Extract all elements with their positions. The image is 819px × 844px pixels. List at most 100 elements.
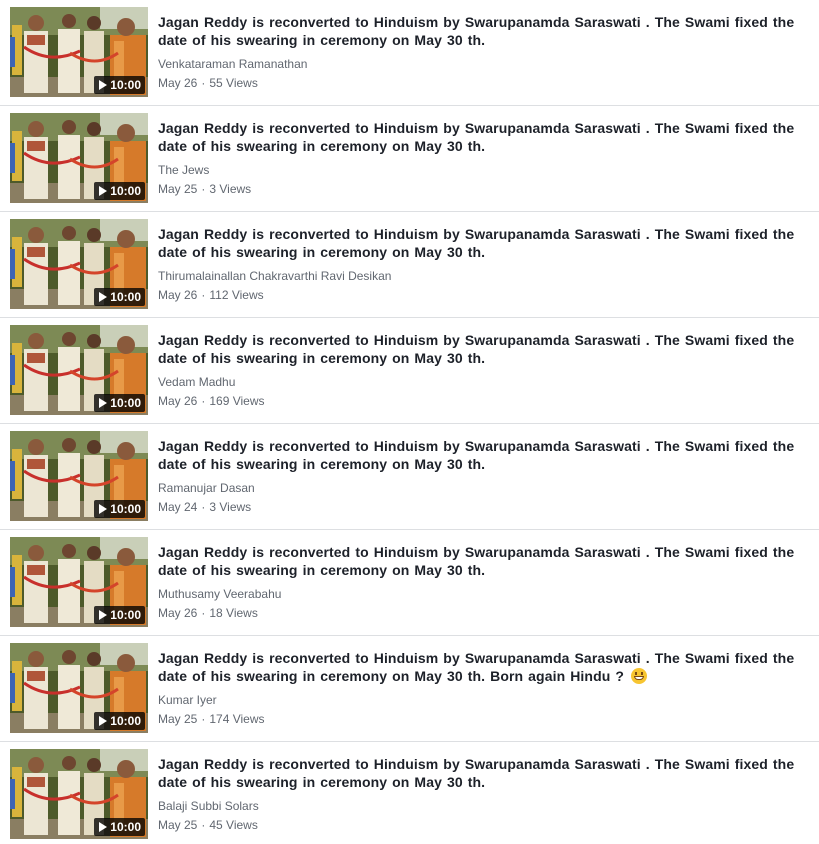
video-title[interactable]: Jagan Reddy is reconverted to Hinduism b… [158, 438, 794, 472]
video-info: Jagan Reddy is reconverted to Hinduism b… [158, 119, 798, 196]
video-list-item[interactable]: 10:00 Jagan Reddy is reconverted to Hind… [0, 318, 819, 424]
video-list-item[interactable]: 10:00 Jagan Reddy is reconverted to Hind… [0, 742, 819, 844]
play-icon [99, 504, 108, 514]
video-author[interactable]: Vedam Madhu [158, 375, 235, 389]
meta-separator: · [201, 394, 206, 408]
video-duration: 10:00 [110, 820, 141, 834]
video-author[interactable]: The Jews [158, 163, 209, 177]
video-info: Jagan Reddy is reconverted to Hinduism b… [158, 755, 798, 832]
video-title-link[interactable]: Jagan Reddy is reconverted to Hinduism b… [158, 119, 798, 155]
video-info: Jagan Reddy is reconverted to Hinduism b… [158, 13, 798, 90]
video-thumbnail[interactable]: 10:00 [10, 749, 148, 839]
video-meta: May 25 · 45 Views [158, 818, 258, 832]
video-author[interactable]: Thirumalainallan Chakravarthi Ravi Desik… [158, 269, 391, 283]
video-list-item[interactable]: 10:00 Jagan Reddy is reconverted to Hind… [0, 212, 819, 318]
video-list-item[interactable]: 10:00 Jagan Reddy is reconverted to Hind… [0, 0, 819, 106]
video-duration-badge[interactable]: 10:00 [94, 288, 145, 306]
video-date[interactable]: May 25 [158, 818, 197, 832]
video-author[interactable]: Balaji Subbi Solars [158, 799, 259, 813]
video-title[interactable]: Jagan Reddy is reconverted to Hinduism b… [158, 544, 794, 578]
video-date[interactable]: May 25 [158, 182, 197, 196]
video-views: 45 Views [209, 818, 258, 832]
video-meta: May 25 · 3 Views [158, 182, 251, 196]
play-icon [99, 80, 108, 90]
video-duration-badge[interactable]: 10:00 [94, 606, 145, 624]
video-views: 3 Views [209, 182, 252, 196]
video-thumbnail[interactable]: 10:00 [10, 431, 148, 521]
meta-separator: · [201, 288, 206, 302]
video-list-item[interactable]: 10:00 Jagan Reddy is reconverted to Hind… [0, 424, 819, 530]
video-author[interactable]: Venkataraman Ramanathan [158, 57, 307, 71]
video-title[interactable]: Jagan Reddy is reconverted to Hinduism b… [158, 650, 794, 684]
video-thumbnail[interactable]: 10:00 [10, 219, 148, 309]
video-date[interactable]: May 24 [158, 500, 197, 514]
video-thumbnail[interactable]: 10:00 [10, 537, 148, 627]
video-duration-badge[interactable]: 10:00 [94, 394, 145, 412]
video-duration-badge[interactable]: 10:00 [94, 182, 145, 200]
video-info: Jagan Reddy is reconverted to Hinduism b… [158, 649, 798, 726]
meta-separator: · [201, 500, 206, 514]
meta-separator: · [201, 818, 206, 832]
video-duration: 10:00 [110, 396, 141, 410]
video-author[interactable]: Kumar Iyer [158, 693, 217, 707]
meta-separator: · [201, 182, 206, 196]
video-title-link[interactable]: Jagan Reddy is reconverted to Hinduism b… [158, 437, 798, 473]
video-title[interactable]: Jagan Reddy is reconverted to Hinduism b… [158, 226, 794, 260]
video-date[interactable]: May 26 [158, 394, 197, 408]
play-icon [99, 610, 108, 620]
video-title-link[interactable]: Jagan Reddy is reconverted to Hinduism b… [158, 649, 798, 685]
play-icon [99, 398, 108, 408]
video-views: 18 Views [209, 606, 258, 620]
video-meta: May 25 · 174 Views [158, 712, 265, 726]
video-info: Jagan Reddy is reconverted to Hinduism b… [158, 437, 798, 514]
meta-separator: · [201, 76, 206, 90]
video-date[interactable]: May 26 [158, 606, 197, 620]
video-title[interactable]: Jagan Reddy is reconverted to Hinduism b… [158, 120, 794, 154]
video-info: Jagan Reddy is reconverted to Hinduism b… [158, 225, 798, 302]
video-date[interactable]: May 25 [158, 712, 197, 726]
video-date[interactable]: May 26 [158, 76, 197, 90]
video-duration: 10:00 [110, 78, 141, 92]
video-title-link[interactable]: Jagan Reddy is reconverted to Hinduism b… [158, 755, 798, 791]
video-meta: May 26 · 169 Views [158, 394, 265, 408]
video-title-link[interactable]: Jagan Reddy is reconverted to Hinduism b… [158, 225, 798, 261]
video-info: Jagan Reddy is reconverted to Hinduism b… [158, 331, 798, 408]
video-list-item[interactable]: 10:00 Jagan Reddy is reconverted to Hind… [0, 106, 819, 212]
play-icon [99, 716, 108, 726]
video-views: 112 Views [209, 288, 264, 302]
video-meta: May 26 · 18 Views [158, 606, 258, 620]
video-list-item[interactable]: 10:00 Jagan Reddy is reconverted to Hind… [0, 530, 819, 636]
video-title-link[interactable]: Jagan Reddy is reconverted to Hinduism b… [158, 13, 798, 49]
video-thumbnail[interactable]: 10:00 [10, 325, 148, 415]
video-duration-badge[interactable]: 10:00 [94, 76, 145, 94]
video-title-link[interactable]: Jagan Reddy is reconverted to Hinduism b… [158, 331, 798, 367]
video-duration-badge[interactable]: 10:00 [94, 500, 145, 518]
video-title-link[interactable]: Jagan Reddy is reconverted to Hinduism b… [158, 543, 798, 579]
video-thumbnail[interactable]: 10:00 [10, 113, 148, 203]
video-duration: 10:00 [110, 184, 141, 198]
video-info: Jagan Reddy is reconverted to Hinduism b… [158, 543, 798, 620]
video-title[interactable]: Jagan Reddy is reconverted to Hinduism b… [158, 756, 794, 790]
video-duration: 10:00 [110, 608, 141, 622]
video-thumbnail[interactable]: 10:00 [10, 7, 148, 97]
meta-separator: · [201, 712, 206, 726]
video-views: 169 Views [209, 394, 265, 408]
video-list-item[interactable]: 10:00 Jagan Reddy is reconverted to Hind… [0, 636, 819, 742]
meta-separator: · [201, 606, 206, 620]
video-meta: May 26 · 112 Views [158, 288, 264, 302]
video-author[interactable]: Ramanujar Dasan [158, 481, 255, 495]
video-date[interactable]: May 26 [158, 288, 197, 302]
video-duration-badge[interactable]: 10:00 [94, 712, 145, 730]
video-duration-badge[interactable]: 10:00 [94, 818, 145, 836]
play-icon [99, 822, 108, 832]
video-author[interactable]: Muthusamy Veerabahu [158, 587, 281, 601]
video-duration: 10:00 [110, 502, 141, 516]
video-thumbnail[interactable]: 10:00 [10, 643, 148, 733]
grinning-face-emoji-icon [631, 668, 648, 684]
play-icon [99, 292, 108, 302]
video-meta: May 24 · 3 Views [158, 500, 251, 514]
video-title[interactable]: Jagan Reddy is reconverted to Hinduism b… [158, 14, 794, 48]
play-icon [99, 186, 108, 196]
video-views: 55 Views [209, 76, 258, 90]
video-title[interactable]: Jagan Reddy is reconverted to Hinduism b… [158, 332, 794, 366]
